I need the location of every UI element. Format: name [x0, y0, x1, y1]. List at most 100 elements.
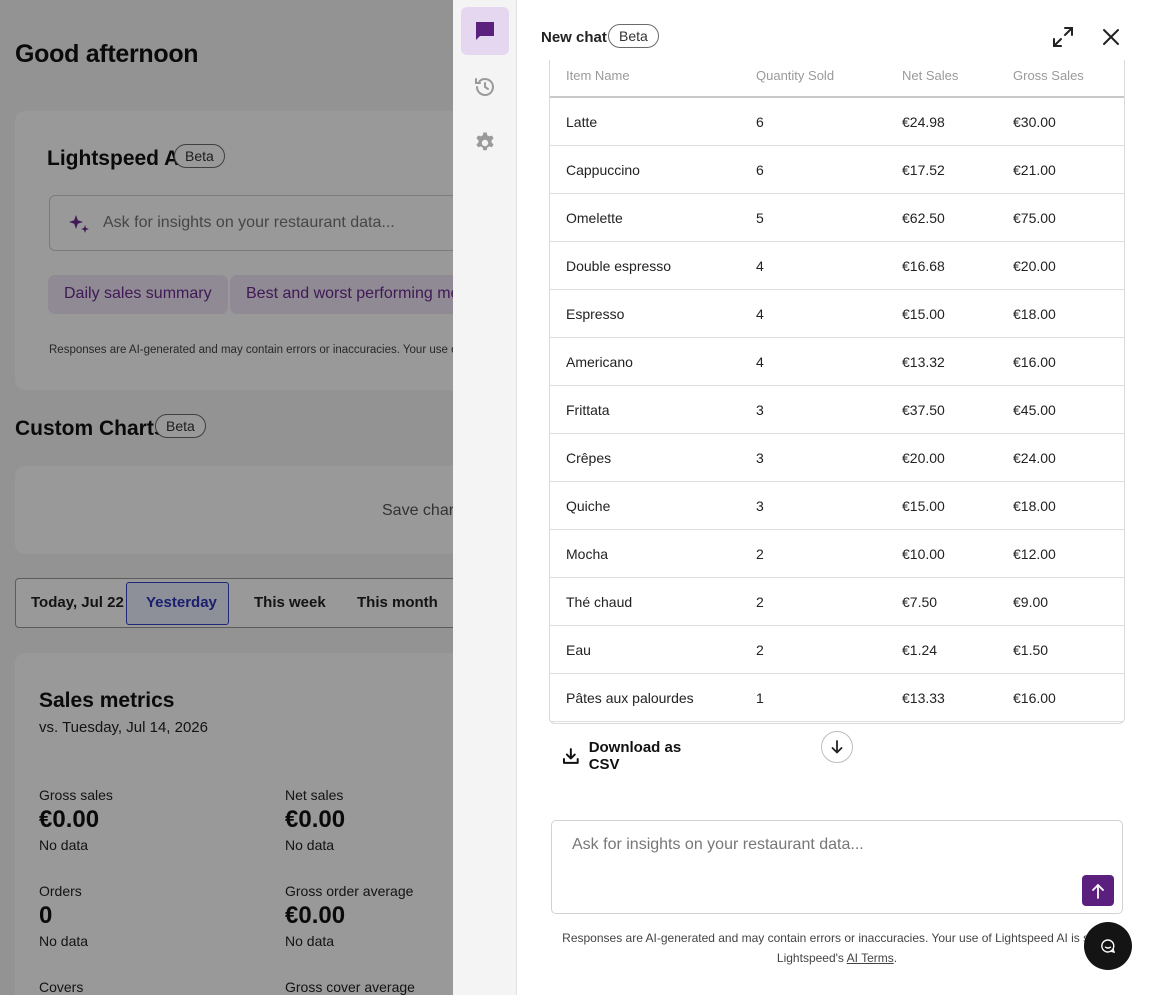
table-header: Item Name Quantity Sold Net Sales Gross … [550, 60, 1124, 98]
cell-quantity-sold: 3 [756, 498, 764, 514]
table-row: Omelette 5 €62.50 €75.00 [550, 194, 1124, 242]
cell-item-name: Frittata [566, 402, 610, 418]
cell-gross-sales: €18.00 [1013, 306, 1056, 322]
cell-quantity-sold: 2 [756, 642, 764, 658]
expand-button[interactable] [1050, 24, 1076, 50]
cell-net-sales: €17.52 [902, 162, 945, 178]
cell-net-sales: €1.24 [902, 642, 938, 658]
table-row: Eau 2 €1.24 €1.50 [550, 626, 1124, 674]
table-row: Double espresso 4 €16.68 €20.00 [550, 242, 1124, 290]
chat-bubble-icon [1101, 939, 1116, 953]
cell-gross-sales: €30.00 [1013, 114, 1056, 130]
disclaimer-prefix: Lightspeed's [776, 951, 847, 965]
cell-quantity-sold: 4 [756, 354, 764, 370]
cell-gross-sales: €24.00 [1013, 450, 1056, 466]
scroll-to-bottom-button[interactable] [821, 731, 853, 763]
cell-quantity-sold: 3 [756, 450, 764, 466]
arrow-up-icon [1092, 883, 1104, 899]
cell-gross-sales: €45.00 [1013, 402, 1056, 418]
cell-net-sales: €37.50 [902, 402, 945, 418]
disclaimer-line-1: Responses are AI-generated and may conta… [562, 931, 1112, 945]
ai-terms-link[interactable]: AI Terms [847, 951, 894, 965]
cell-quantity-sold: 2 [756, 594, 764, 610]
cell-net-sales: €13.32 [902, 354, 945, 370]
cell-item-name: Pâtes aux palourdes [566, 690, 694, 706]
cell-net-sales: €24.98 [902, 114, 945, 130]
cell-gross-sales: €75.00 [1013, 210, 1056, 226]
cell-net-sales: €13.33 [902, 690, 945, 706]
table-row: Latte 6 €24.98 €30.00 [550, 98, 1124, 146]
cell-gross-sales: €1.50 [1013, 642, 1049, 658]
cell-item-name: Crêpes [566, 450, 612, 466]
table-row: Espresso 4 €15.00 €18.00 [550, 290, 1124, 338]
help-chat-button[interactable] [1084, 922, 1132, 970]
table-row: Cappuccino 6 €17.52 €21.00 [550, 146, 1124, 194]
cell-net-sales: €15.00 [902, 306, 945, 322]
cell-item-name: Double espresso [566, 258, 672, 274]
chat-tab-button[interactable] [461, 7, 509, 55]
close-button[interactable] [1098, 24, 1124, 50]
cell-net-sales: €62.50 [902, 210, 945, 226]
table-row: Frittata 3 €37.50 €45.00 [550, 386, 1124, 434]
cell-quantity-sold: 3 [756, 402, 764, 418]
table-row: Crêpes 3 €20.00 €24.00 [550, 434, 1124, 482]
cell-item-name: Omelette [566, 210, 623, 226]
cell-quantity-sold: 6 [756, 114, 764, 130]
table-row: Americano 4 €13.32 €16.00 [550, 338, 1124, 386]
cell-item-name: Quiche [566, 498, 611, 514]
ai-chat-panel: New chat Beta Item Name Quantity Sold Ne… [453, 0, 1157, 995]
cell-quantity-sold: 6 [756, 162, 764, 178]
table-row: Quiche 3 €15.00 €18.00 [550, 482, 1124, 530]
cell-item-name: Thé chaud [566, 594, 633, 610]
cell-gross-sales: €20.00 [1013, 258, 1056, 274]
chat-input[interactable]: Ask for insights on your restaurant data… [551, 820, 1123, 914]
cell-net-sales: €7.50 [902, 594, 938, 610]
sales-table[interactable]: Item Name Quantity Sold Net Sales Gross … [549, 60, 1125, 724]
cell-item-name: Espresso [566, 306, 625, 322]
chat-icon [476, 22, 494, 40]
cell-gross-sales: €16.00 [1013, 690, 1056, 706]
cell-gross-sales: €16.00 [1013, 354, 1056, 370]
cell-quantity-sold: 5 [756, 210, 764, 226]
cell-quantity-sold: 1 [756, 690, 764, 706]
cell-quantity-sold: 2 [756, 546, 764, 562]
panel-side-rail [453, 0, 517, 995]
download-icon [562, 748, 579, 764]
column-header-net-sales: Net Sales [902, 68, 959, 83]
cell-item-name: Latte [566, 114, 598, 130]
cell-item-name: Americano [566, 354, 633, 370]
history-icon [475, 78, 494, 96]
expand-icon [1053, 27, 1073, 47]
cell-gross-sales: €18.00 [1013, 498, 1056, 514]
column-header-gross-sales: Gross Sales [1013, 68, 1084, 83]
panel-title: New chat [541, 29, 607, 46]
table-row: Thé chaud 2 €7.50 €9.00 [550, 578, 1124, 626]
send-button[interactable] [1082, 875, 1114, 906]
cell-gross-sales: €12.00 [1013, 546, 1056, 562]
history-tab-button[interactable] [461, 63, 509, 111]
column-header-quantity-sold: Quantity Sold [756, 68, 835, 83]
table-row: Pâtes aux palourdes 1 €13.33 €16.00 [550, 674, 1124, 722]
settings-tab-button[interactable] [461, 119, 509, 167]
close-icon [1103, 29, 1119, 45]
cell-gross-sales: €21.00 [1013, 162, 1056, 178]
cell-net-sales: €20.00 [902, 450, 945, 466]
cell-net-sales: €16.68 [902, 258, 945, 274]
beta-badge: Beta [608, 24, 659, 48]
cell-item-name: Mocha [566, 546, 609, 562]
chat-input-placeholder: Ask for insights on your restaurant data… [572, 836, 864, 853]
disclaimer-suffix: . [893, 951, 898, 965]
column-header-item-name: Item Name [566, 68, 630, 83]
cell-gross-sales: €9.00 [1013, 594, 1049, 610]
cell-net-sales: €10.00 [902, 546, 945, 562]
cell-item-name: Eau [566, 642, 591, 658]
chat-disclaimer: Responses are AI-generated and may conta… [549, 928, 1125, 968]
cell-net-sales: €15.00 [902, 498, 945, 514]
table-row: Mocha 2 €10.00 €12.00 [550, 530, 1124, 578]
cell-item-name: Cappuccino [566, 162, 640, 178]
gear-icon [476, 132, 494, 151]
cell-quantity-sold: 4 [756, 306, 764, 322]
download-csv-label: Download as CSV [588, 739, 682, 773]
cell-quantity-sold: 4 [756, 258, 764, 274]
download-csv-button[interactable]: Download as CSV [547, 730, 714, 782]
